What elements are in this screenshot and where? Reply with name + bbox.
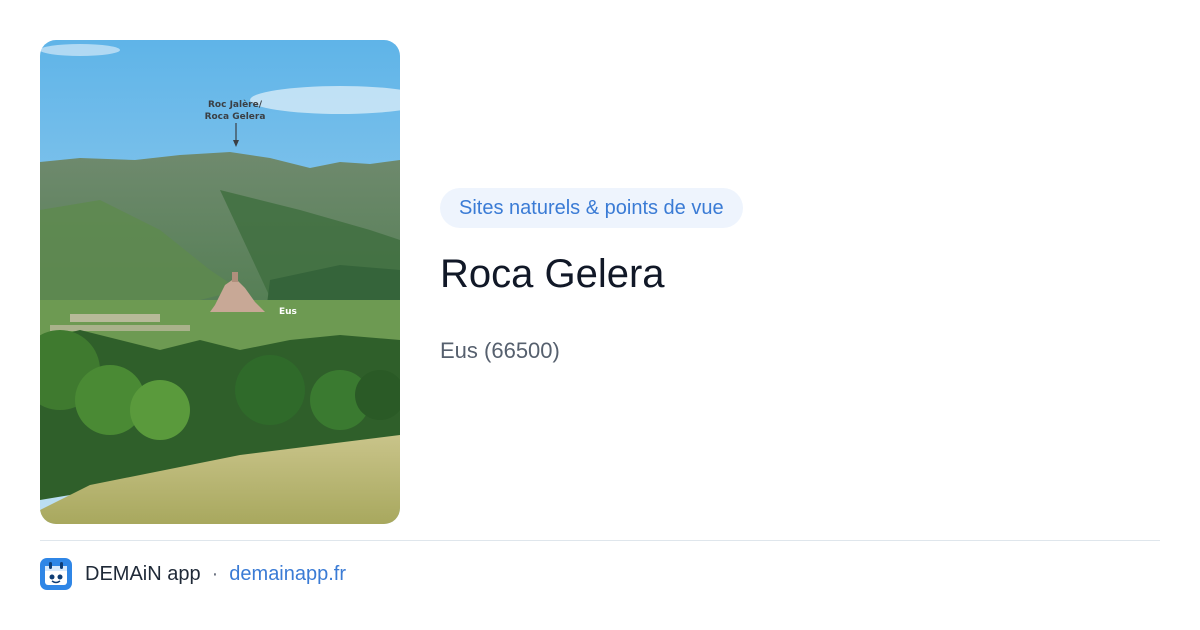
place-photo: Eus Roc Jalère/ Roca Gelera bbox=[40, 40, 400, 524]
app-name: DEMAiN app bbox=[85, 562, 201, 585]
footer-separator: · bbox=[211, 562, 219, 585]
site-link[interactable]: demainapp.fr bbox=[229, 563, 346, 586]
village-label: Eus bbox=[279, 307, 297, 317]
annotation-line-2: Roca Gelera bbox=[205, 112, 266, 122]
place-info: Sites naturels & points de vue Roca Gele… bbox=[440, 188, 743, 364]
mountain-landscape-image: Eus Roc Jalère/ Roca Gelera bbox=[40, 40, 400, 524]
footer: DEMAiN app · demainapp.fr bbox=[40, 557, 346, 591]
category-badge[interactable]: Sites naturels & points de vue bbox=[440, 188, 743, 228]
demain-app-icon bbox=[40, 558, 72, 590]
annotation-line-1: Roc Jalère/ bbox=[208, 99, 263, 110]
place-title: Roca Gelera bbox=[440, 252, 665, 296]
place-location: Eus (66500) bbox=[440, 338, 560, 363]
divider bbox=[40, 540, 1160, 541]
